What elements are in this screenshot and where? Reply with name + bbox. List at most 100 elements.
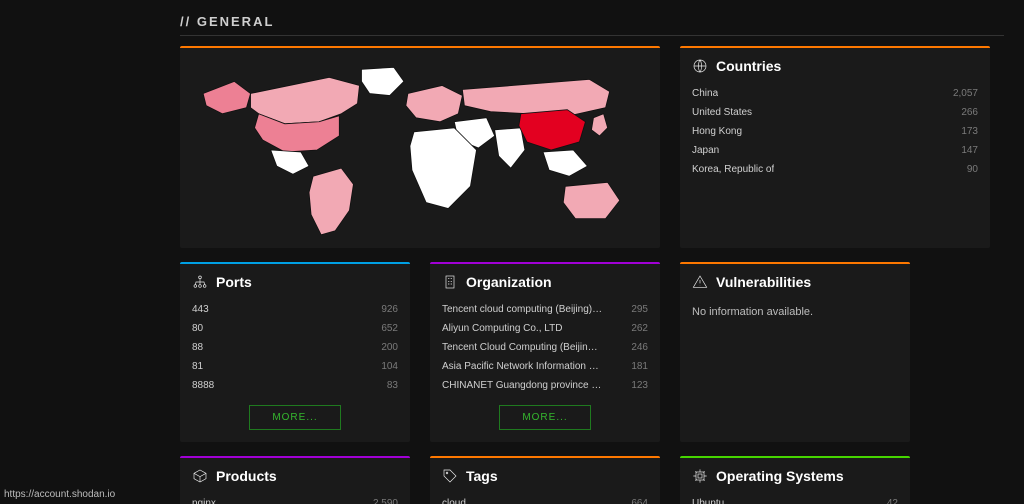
list-item-label: 88 (192, 342, 203, 353)
list-item-label: cloud (442, 498, 466, 504)
os-card: Operating Systems Ubuntu42Windows30 (680, 456, 910, 504)
list-item-label: Korea, Republic of (692, 164, 774, 175)
ports-row[interactable]: 443 926 (192, 300, 398, 319)
organization-row[interactable]: Aliyun Computing Co., LTD 262 (442, 319, 648, 338)
list-item-label: 8888 (192, 380, 214, 391)
world-map[interactable] (188, 56, 652, 240)
countries-list: China 2,057 United States 266 Hong Kong 173 Ja… (680, 82, 990, 191)
network-icon (192, 274, 208, 290)
map-region-alaska (203, 81, 250, 113)
list-item-value: 42 (887, 498, 898, 504)
ports-list: 443 926 80 652 88 200 81 104 8888 83 (192, 300, 398, 395)
list-item-value: 295 (631, 304, 648, 315)
countries-card: Countries China 2,057 United States 266 Hong… (680, 46, 990, 248)
products-card: Products nginx2,590Apache httpd230 (180, 456, 410, 504)
list-item-value: 2,057 (953, 88, 978, 99)
list-item-value: 83 (387, 380, 398, 391)
map-region-russia (462, 79, 609, 115)
map-region-india (495, 128, 525, 168)
list-item-value: 664 (631, 498, 648, 504)
countries-row[interactable]: China 2,057 (692, 84, 978, 103)
organization-more-button[interactable]: MORE... (499, 405, 590, 430)
countries-row[interactable]: United States 266 (692, 103, 978, 122)
list-item-value: 173 (961, 126, 978, 137)
ports-row[interactable]: 88 200 (192, 338, 398, 357)
organization-title: Organization (466, 274, 552, 290)
organization-card: Organization Tencent cloud computing (Be… (430, 262, 660, 442)
list-item-value: 123 (631, 380, 648, 391)
tags-list: cloud664eol-product402 (442, 494, 648, 504)
countries-row[interactable]: Hong Kong 173 (692, 122, 978, 141)
countries-title: Countries (716, 58, 781, 74)
tags-card: Tags cloud664eol-product402 (430, 456, 660, 504)
tags-row[interactable]: cloud 664 (442, 494, 648, 504)
map-region-africa (410, 128, 477, 209)
organization-row[interactable]: CHINANET Guangdong province network 123 (442, 376, 648, 395)
list-item-value: 652 (381, 323, 398, 334)
list-item-value: 262 (631, 323, 648, 334)
os-row[interactable]: Ubuntu42 (692, 494, 898, 504)
organization-row[interactable]: Tencent cloud computing (Beijing) Co... 2… (442, 300, 648, 319)
ports-row[interactable]: 81 104 (192, 357, 398, 376)
os-list: Ubuntu42Windows30 (692, 494, 898, 504)
map-region-mexico (271, 150, 309, 174)
list-item-value: 147 (961, 145, 978, 156)
list-item-value: 246 (631, 342, 648, 353)
globe-icon (692, 58, 708, 74)
list-item-label: Aliyun Computing Co., LTD (442, 323, 562, 334)
cpu-icon (692, 468, 708, 484)
map-region-greenland (361, 67, 403, 95)
map-card (180, 46, 660, 248)
ports-card: Ports 443 926 80 652 88 200 81 104 8888 83 MORE..… (180, 262, 410, 442)
list-item-value: 266 (961, 107, 978, 118)
list-item-label: Tencent cloud computing (Beijing) Co... (442, 304, 603, 315)
list-item-label: Asia Pacific Network Information Cent... (442, 361, 603, 372)
list-item-label: CHINANET Guangdong province network (442, 380, 603, 391)
map-region-sea (543, 150, 587, 176)
list-item-value: 90 (967, 164, 978, 175)
section-divider (180, 35, 1004, 36)
list-item-label: 443 (192, 304, 209, 315)
list-item-value: 2,590 (373, 498, 398, 504)
organization-row[interactable]: Asia Pacific Network Information Cent...… (442, 357, 648, 376)
list-item-label: Tencent Cloud Computing (Beijing) Co... (442, 342, 603, 353)
ports-row[interactable]: 8888 83 (192, 376, 398, 395)
map-region-europe (406, 85, 462, 121)
countries-row[interactable]: Korea, Republic of 90 (692, 160, 978, 179)
countries-row[interactable]: Japan 147 (692, 141, 978, 160)
tag-icon (442, 468, 458, 484)
list-item-label: nginx (192, 498, 216, 504)
list-item-label: Hong Kong (692, 126, 742, 137)
map-region-china (519, 110, 586, 150)
list-item-label: United States (692, 107, 752, 118)
products-list: nginx2,590Apache httpd230 (192, 494, 398, 504)
list-item-value: 926 (381, 304, 398, 315)
list-item-label: 80 (192, 323, 203, 334)
map-region-south-america (309, 168, 353, 235)
vulnerabilities-empty: No information available. (692, 300, 898, 328)
building-icon (442, 274, 458, 290)
list-item-label: Japan (692, 145, 719, 156)
list-item-label: China (692, 88, 718, 99)
vulnerabilities-card: Vulnerabilities No information available… (680, 262, 910, 442)
ports-more-button[interactable]: MORE... (249, 405, 340, 430)
organization-list: Tencent cloud computing (Beijing) Co... 2… (442, 300, 648, 395)
list-item-value: 200 (381, 342, 398, 353)
ports-row[interactable]: 80 652 (192, 319, 398, 338)
products-title: Products (216, 468, 277, 484)
vulnerabilities-title: Vulnerabilities (716, 274, 811, 290)
list-item-value: 104 (381, 361, 398, 372)
warning-icon (692, 274, 708, 290)
tags-title: Tags (466, 468, 498, 484)
products-row[interactable]: nginx 2,590 (192, 494, 398, 504)
map-region-japan (591, 114, 607, 136)
map-region-australia (563, 182, 619, 218)
status-bar-url: https://account.shodan.io (4, 489, 115, 500)
organization-row[interactable]: Tencent Cloud Computing (Beijing) Co... 2… (442, 338, 648, 357)
package-icon (192, 468, 208, 484)
ports-title: Ports (216, 274, 252, 290)
os-title: Operating Systems (716, 468, 844, 484)
section-heading: // GENERAL (180, 14, 1004, 29)
list-item-label: 81 (192, 361, 203, 372)
list-item-value: 181 (631, 361, 648, 372)
